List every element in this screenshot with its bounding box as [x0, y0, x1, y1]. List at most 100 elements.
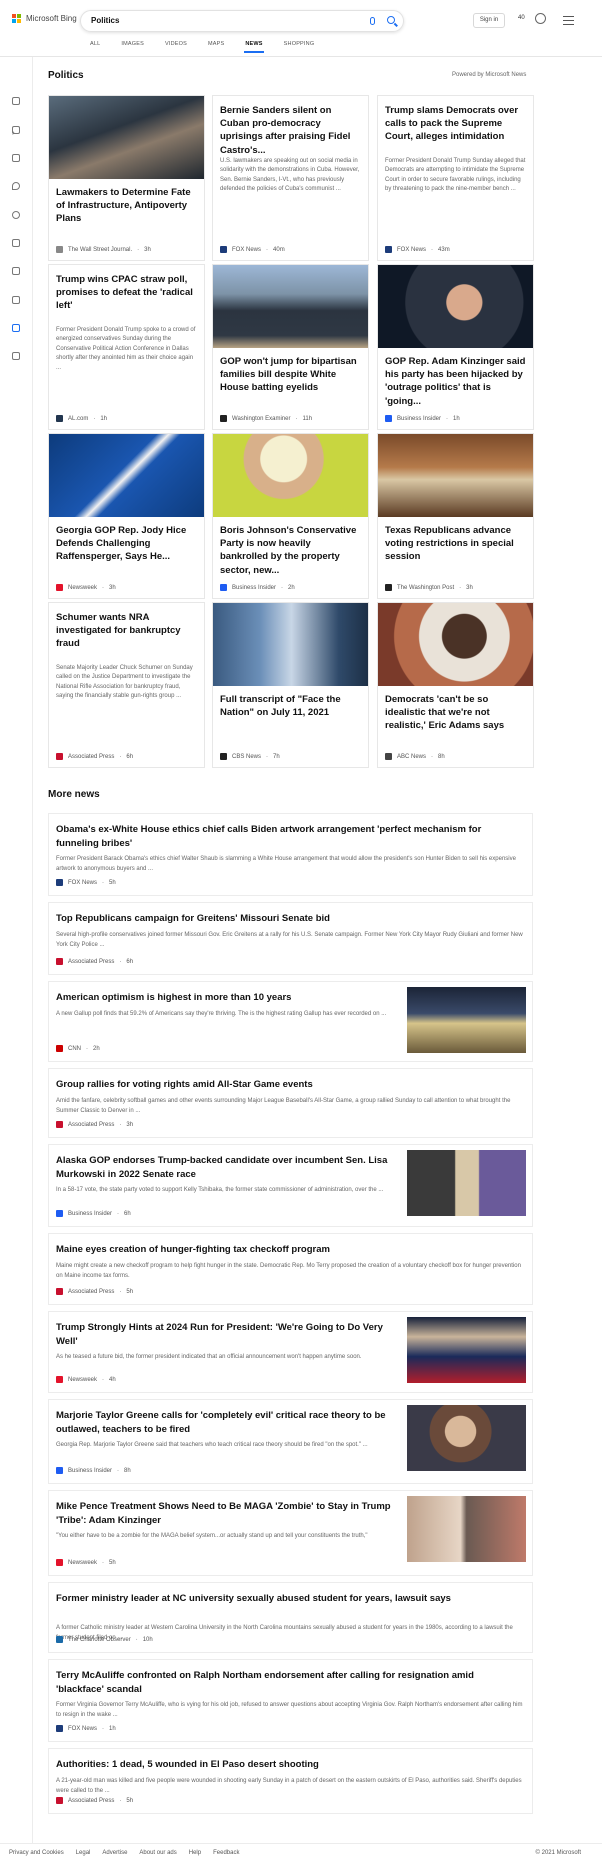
entertainment-icon[interactable]	[12, 296, 20, 304]
news-card-title[interactable]: GOP won't jump for bipartisan families b…	[220, 355, 361, 395]
news-card[interactable]: Texas Republicans advance voting restric…	[377, 433, 534, 599]
more-news-item[interactable]: Former ministry leader at NC university …	[48, 1582, 533, 1653]
rewards-points[interactable]: 40	[518, 15, 525, 21]
search-query[interactable]: Politics	[91, 16, 119, 25]
tab-news[interactable]: NEWS	[244, 41, 265, 53]
news-card-image[interactable]	[213, 434, 368, 517]
news-card-image[interactable]	[378, 434, 533, 517]
more-news-source[interactable]: Newsweek · 5h	[56, 1559, 116, 1566]
more-news-image[interactable]	[407, 1405, 526, 1471]
tab-videos[interactable]: VIDEOS	[165, 41, 187, 47]
news-card-title[interactable]: Democrats 'can't be so idealistic that w…	[385, 693, 526, 733]
more-news-source[interactable]: FOX News · 1h	[56, 1725, 116, 1732]
news-card-title[interactable]: Bernie Sanders silent on Cuban pro-democ…	[220, 104, 361, 157]
more-news-item[interactable]: Maine eyes creation of hunger-fighting t…	[48, 1233, 533, 1305]
more-news-image[interactable]	[407, 987, 526, 1053]
more-news-title[interactable]: Terry McAuliffe confronted on Ralph Nort…	[56, 1669, 524, 1696]
more-news-title[interactable]: American optimism is highest in more tha…	[56, 991, 396, 1005]
more-news-item[interactable]: Mike Pence Treatment Shows Need to Be MA…	[48, 1490, 533, 1576]
more-news-source[interactable]: Associated Press · 6h	[56, 958, 133, 965]
footer-link[interactable]: Privacy and Cookies	[9, 1850, 64, 1856]
news-card-source[interactable]: Newsweek · 3h	[56, 584, 116, 591]
news-card-source[interactable]: CBS News · 7h	[220, 753, 280, 760]
more-news-source[interactable]: FOX News · 5h	[56, 879, 116, 886]
news-card-image[interactable]	[49, 434, 204, 517]
more-news-title[interactable]: Obama's ex-White House ethics chief call…	[56, 823, 524, 850]
news-card-source[interactable]: The Wall Street Journal. · 3h	[56, 246, 151, 253]
news-card-title[interactable]: Trump slams Democrats over calls to pack…	[385, 104, 526, 144]
news-card-title[interactable]: Trump wins CPAC straw poll, promises to …	[56, 273, 197, 313]
more-news-title[interactable]: Marjorie Taylor Greene calls for 'comple…	[56, 1409, 396, 1436]
hamburger-menu-icon[interactable]	[563, 16, 574, 27]
more-news-title[interactable]: Maine eyes creation of hunger-fighting t…	[56, 1243, 524, 1257]
news-card-image[interactable]	[213, 265, 368, 348]
tab-shopping[interactable]: SHOPPING	[284, 41, 315, 47]
news-card-source[interactable]: Business Insider · 1h	[385, 415, 460, 422]
tab-all[interactable]: ALL	[90, 41, 100, 47]
tab-maps[interactable]: MAPS	[208, 41, 224, 47]
more-news-item[interactable]: Group rallies for voting rights amid All…	[48, 1068, 533, 1138]
news-card-title[interactable]: Full transcript of "Face the Nation" on …	[220, 693, 361, 719]
news-card-title[interactable]: GOP Rep. Adam Kinzinger said his party h…	[385, 355, 526, 408]
search-box[interactable]: Politics	[80, 10, 404, 32]
news-card-source[interactable]: The Washington Post · 3h	[385, 584, 473, 591]
more-news-image[interactable]	[407, 1150, 526, 1216]
more-news-title[interactable]: Authorities: 1 dead, 5 wounded in El Pas…	[56, 1758, 524, 1772]
footer-link[interactable]: Help	[189, 1850, 201, 1856]
more-news-source[interactable]: The Charlotte Observer · 10h	[56, 1636, 153, 1643]
more-news-title[interactable]: Group rallies for voting rights amid All…	[56, 1078, 524, 1092]
more-news-title[interactable]: Former ministry leader at NC university …	[56, 1592, 524, 1606]
more-news-item[interactable]: Trump Strongly Hints at 2024 Run for Pre…	[48, 1311, 533, 1393]
news-card-source[interactable]: Business Insider · 2h	[220, 584, 295, 591]
news-card-title[interactable]: Boris Johnson's Conservative Party is no…	[220, 524, 361, 577]
news-card-source[interactable]: FOX News · 43m	[385, 246, 450, 253]
news-card[interactable]: GOP won't jump for bipartisan families b…	[212, 264, 369, 430]
sports-icon[interactable]	[12, 239, 20, 247]
news-card-source[interactable]: Associated Press · 6h	[56, 753, 133, 760]
search-icon[interactable]	[387, 16, 395, 24]
globe-icon[interactable]	[12, 211, 20, 219]
car-icon[interactable]	[12, 352, 20, 360]
sign-in-button[interactable]: Sign in	[473, 13, 505, 28]
more-news-title[interactable]: Alaska GOP endorses Trump-backed candida…	[56, 1154, 396, 1181]
more-news-title[interactable]: Mike Pence Treatment Shows Need to Be MA…	[56, 1500, 396, 1527]
news-card-image[interactable]	[378, 265, 533, 348]
bing-logo[interactable]: Microsoft Bing	[12, 14, 77, 23]
more-news-source[interactable]: Business Insider · 8h	[56, 1467, 131, 1474]
more-news-source[interactable]: Associated Press · 5h	[56, 1797, 133, 1804]
more-news-item[interactable]: Authorities: 1 dead, 5 wounded in El Pas…	[48, 1748, 533, 1814]
news-card[interactable]: Trump wins CPAC straw poll, promises to …	[48, 264, 205, 430]
news-card[interactable]: Georgia GOP Rep. Jody Hice Defends Chall…	[48, 433, 205, 599]
money-icon[interactable]	[12, 324, 20, 332]
flag-icon[interactable]	[12, 154, 20, 162]
more-news-item[interactable]: Obama's ex-White House ethics chief call…	[48, 813, 533, 896]
more-news-source[interactable]: CNN · 2h	[56, 1045, 100, 1052]
news-card[interactable]: Boris Johnson's Conservative Party is no…	[212, 433, 369, 599]
news-card-source[interactable]: FOX News · 40m	[220, 246, 285, 253]
news-card-title[interactable]: Schumer wants NRA investigated for bankr…	[56, 611, 197, 651]
news-card[interactable]: Schumer wants NRA investigated for bankr…	[48, 602, 205, 768]
more-news-image[interactable]	[407, 1317, 526, 1383]
home-icon[interactable]	[12, 97, 20, 105]
more-news-source[interactable]: Associated Press · 3h	[56, 1121, 133, 1128]
news-card-title[interactable]: Georgia GOP Rep. Jody Hice Defends Chall…	[56, 524, 197, 564]
news-card-image[interactable]	[49, 96, 204, 179]
more-news-source[interactable]: Associated Press · 5h	[56, 1288, 133, 1295]
news-card[interactable]: GOP Rep. Adam Kinzinger said his party h…	[377, 264, 534, 430]
more-news-item[interactable]: Alaska GOP endorses Trump-backed candida…	[48, 1144, 533, 1227]
news-card[interactable]: Democrats 'can't be so idealistic that w…	[377, 602, 534, 768]
footer-link[interactable]: Feedback	[213, 1850, 239, 1856]
more-news-source[interactable]: Business Insider · 6h	[56, 1210, 131, 1217]
location-icon[interactable]	[12, 182, 20, 190]
footer-link[interactable]: Legal	[76, 1850, 91, 1856]
news-card[interactable]: Trump slams Democrats over calls to pack…	[377, 95, 534, 261]
more-news-item[interactable]: American optimism is highest in more tha…	[48, 981, 533, 1062]
rocket-icon[interactable]	[12, 267, 20, 275]
news-card-title[interactable]: Texas Republicans advance voting restric…	[385, 524, 526, 564]
more-news-title[interactable]: Top Republicans campaign for Greitens' M…	[56, 912, 524, 926]
footer-link[interactable]: Advertise	[102, 1850, 127, 1856]
more-news-image[interactable]	[407, 1496, 526, 1562]
news-card-source[interactable]: Washington Examiner · 11h	[220, 415, 312, 422]
news-card-image[interactable]	[378, 603, 533, 686]
more-news-item[interactable]: Top Republicans campaign for Greitens' M…	[48, 902, 533, 975]
